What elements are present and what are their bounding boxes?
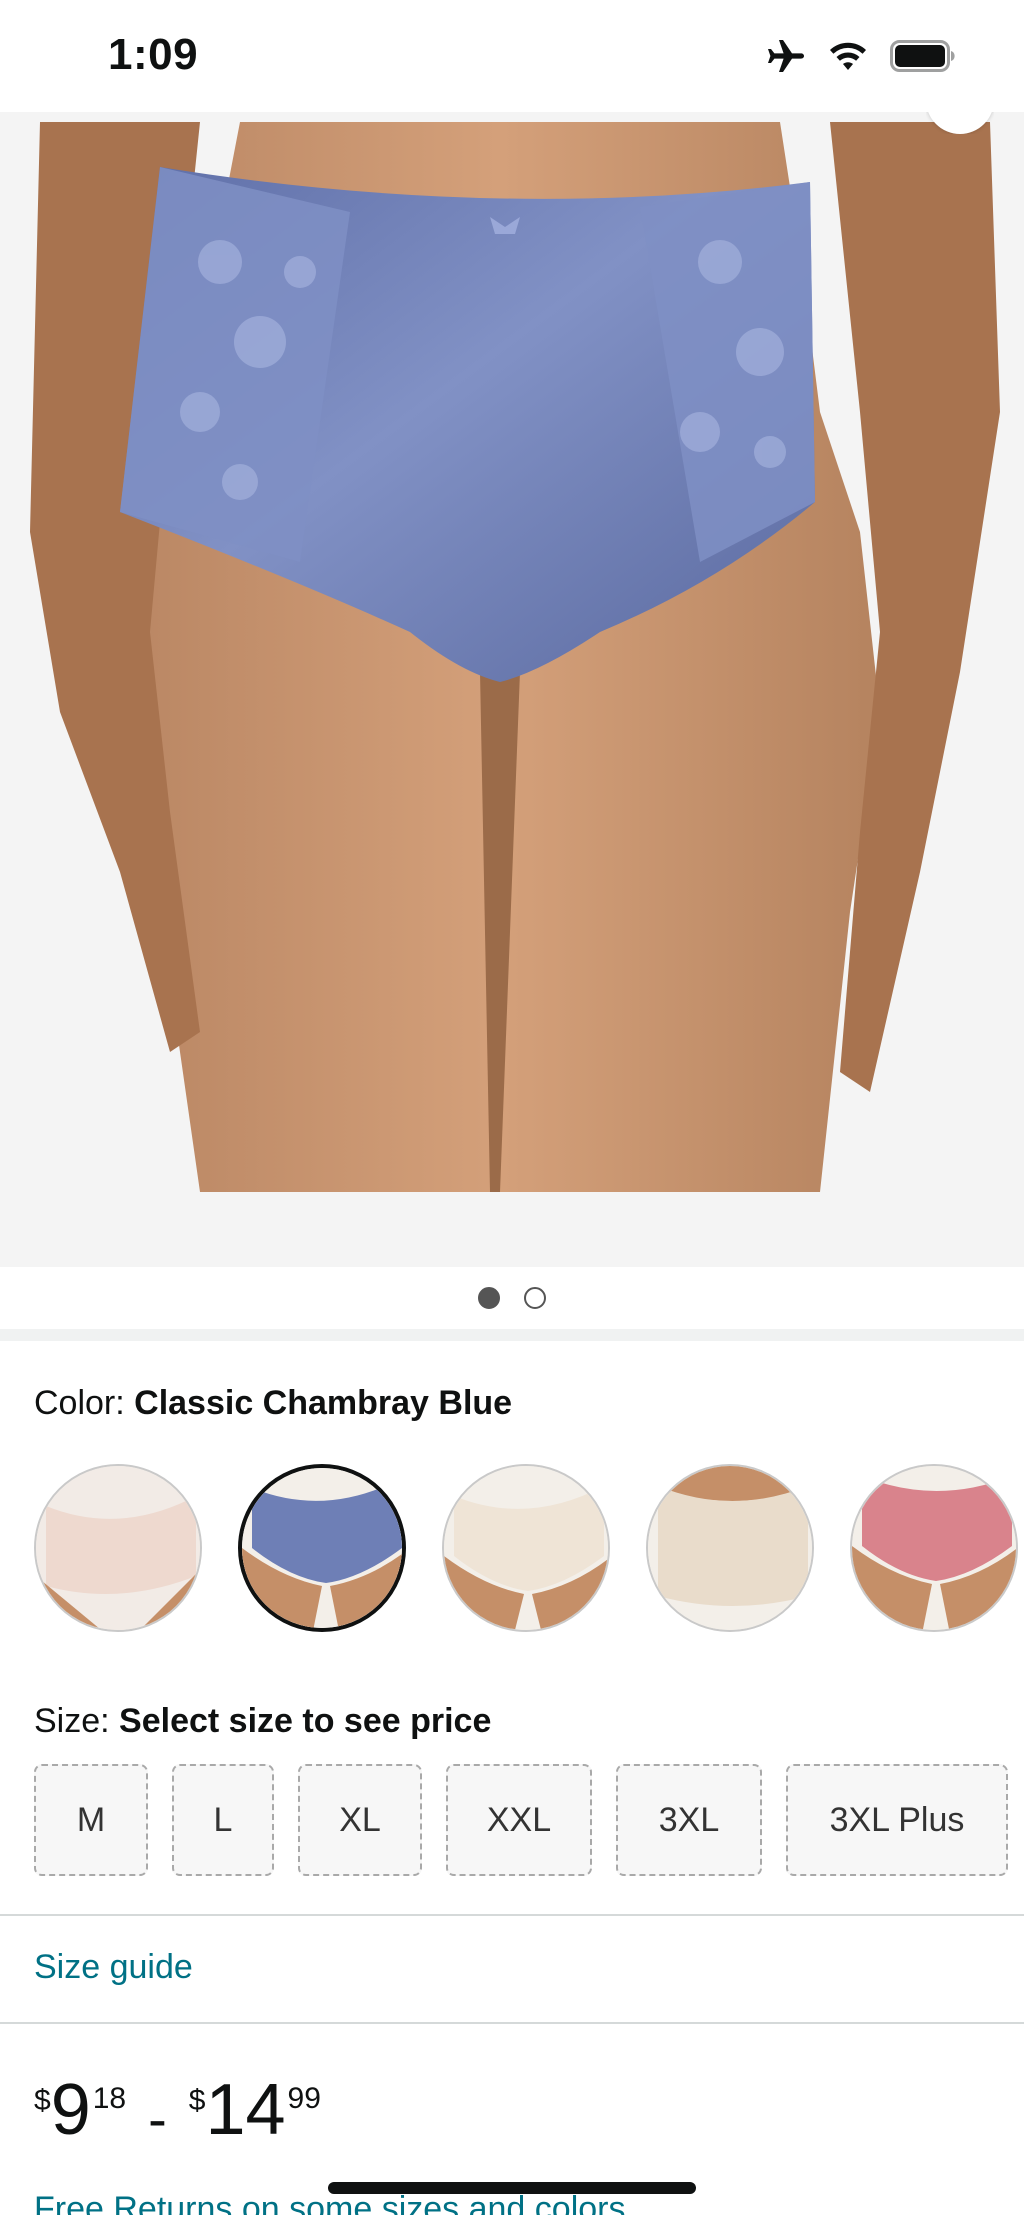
- status-bar: 1:09: [0, 0, 1024, 112]
- size-options: M L XL XXL 3XL 3XL Plus: [34, 1764, 1008, 1876]
- price-range: $ 9 18 - $ 14 99: [34, 2074, 321, 2151]
- battery-icon: [890, 40, 955, 72]
- price-low-whole: 9: [50, 2070, 91, 2150]
- size-prompt: Select size to see price: [119, 1702, 492, 1740]
- home-indicator[interactable]: [328, 2182, 696, 2194]
- color-swatch[interactable]: [34, 1464, 202, 1632]
- image-pager[interactable]: [0, 1267, 1024, 1329]
- pager-dot[interactable]: [478, 1287, 500, 1309]
- share-button[interactable]: [926, 112, 994, 134]
- divider: [0, 2022, 1024, 2024]
- size-option-3xl[interactable]: 3XL: [616, 1764, 762, 1876]
- price-high-whole: 14: [205, 2070, 286, 2150]
- price-high-currency: $: [188, 2084, 206, 2117]
- size-guide-link[interactable]: Size guide: [34, 1948, 193, 1987]
- size-option-xxl[interactable]: XXL: [446, 1764, 592, 1876]
- price-low-currency: $: [34, 2084, 51, 2117]
- airplane-icon: [768, 40, 804, 72]
- price-high-fraction: 99: [287, 2082, 321, 2115]
- size-option-m[interactable]: M: [34, 1764, 148, 1876]
- product-photo: [0, 112, 1024, 1267]
- color-swatch[interactable]: [850, 1464, 1018, 1632]
- color-swatch[interactable]: [646, 1464, 814, 1632]
- color-label: Color: Classic Chambray Blue: [34, 1384, 512, 1423]
- wifi-icon: [830, 42, 866, 70]
- price-separator: -: [148, 2087, 167, 2150]
- size-label-prefix: Size:: [34, 1702, 120, 1740]
- section-divider: [0, 1329, 1024, 1341]
- status-icons: [766, 38, 956, 74]
- divider: [0, 1914, 1024, 1916]
- color-swatches: [34, 1464, 1018, 1632]
- pager-dot[interactable]: [524, 1287, 546, 1309]
- selected-color-name: Classic Chambray Blue: [134, 1384, 513, 1422]
- size-option-3xl-plus[interactable]: 3XL Plus: [786, 1764, 1008, 1876]
- status-time: 1:09: [108, 30, 199, 79]
- product-page: 1:09 Color: Classic Chambray Blue Size: …: [0, 0, 1024, 2215]
- size-option-xl[interactable]: XL: [298, 1764, 422, 1876]
- size-option-l[interactable]: L: [172, 1764, 274, 1876]
- color-label-prefix: Color:: [34, 1384, 135, 1422]
- price-low-fraction: 18: [92, 2082, 127, 2115]
- product-image[interactable]: [0, 112, 1024, 1267]
- size-label: Size: Select size to see price: [34, 1702, 491, 1741]
- color-swatch-selected[interactable]: [238, 1464, 406, 1632]
- color-swatch[interactable]: [442, 1464, 610, 1632]
